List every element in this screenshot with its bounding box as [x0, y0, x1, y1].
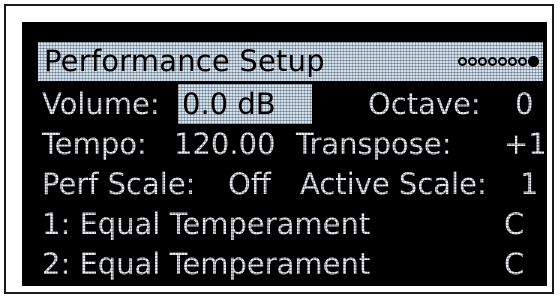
page-dot-icon — [508, 57, 517, 66]
octave-label: Octave: — [368, 87, 481, 121]
tempo-field[interactable]: 120.00 — [174, 124, 275, 164]
active-page-dot-icon — [528, 56, 539, 67]
page-dot-icon — [458, 57, 467, 66]
volume-octave-row: Volume: 0.0 dB Octave: 0 — [38, 84, 543, 124]
octave-field[interactable]: 0 — [515, 84, 533, 124]
scale-slot-1-key[interactable]: C — [504, 204, 524, 244]
scale-slot-1-row: 1: Equal Temperament C — [38, 204, 543, 244]
page-dot-icon — [518, 57, 527, 66]
page-dot-icon — [488, 57, 497, 66]
scale-slot-2-row: 2: Equal Temperament C — [38, 244, 543, 284]
page-dot-icon — [468, 57, 477, 66]
active-scale-label: Active Scale: — [300, 167, 487, 201]
scale-settings-row: Perf Scale: Off Active Scale: 1 — [38, 164, 543, 204]
perf-scale-field[interactable]: Off — [228, 164, 271, 204]
page-title: Performance Setup — [44, 44, 325, 78]
tempo-label: Tempo: — [42, 127, 147, 161]
scale-slot-2-name[interactable]: 2: Equal Temperament — [42, 244, 370, 284]
page-dot-icon — [478, 57, 487, 66]
perf-scale-label: Perf Scale: — [42, 167, 196, 201]
transpose-field[interactable]: +1 — [504, 124, 547, 164]
oled-display: Performance Setup Volume: 0.0 dB Octave:… — [22, 22, 547, 286]
volume-field[interactable]: 0.0 dB — [178, 84, 312, 124]
transpose-label: Transpose: — [296, 127, 452, 161]
volume-label: Volume: — [42, 87, 160, 121]
page-dot-icon — [498, 57, 507, 66]
scale-slot-1-name[interactable]: 1: Equal Temperament — [42, 204, 370, 244]
page-indicator — [458, 42, 539, 81]
title-bar: Performance Setup — [38, 42, 543, 81]
tempo-transpose-row: Tempo: 120.00 Transpose: +1 — [38, 124, 547, 164]
screenshot-frame: Performance Setup Volume: 0.0 dB Octave:… — [4, 4, 554, 294]
scale-slot-2-key[interactable]: C — [504, 244, 524, 284]
active-scale-field[interactable]: 1 — [520, 164, 538, 204]
